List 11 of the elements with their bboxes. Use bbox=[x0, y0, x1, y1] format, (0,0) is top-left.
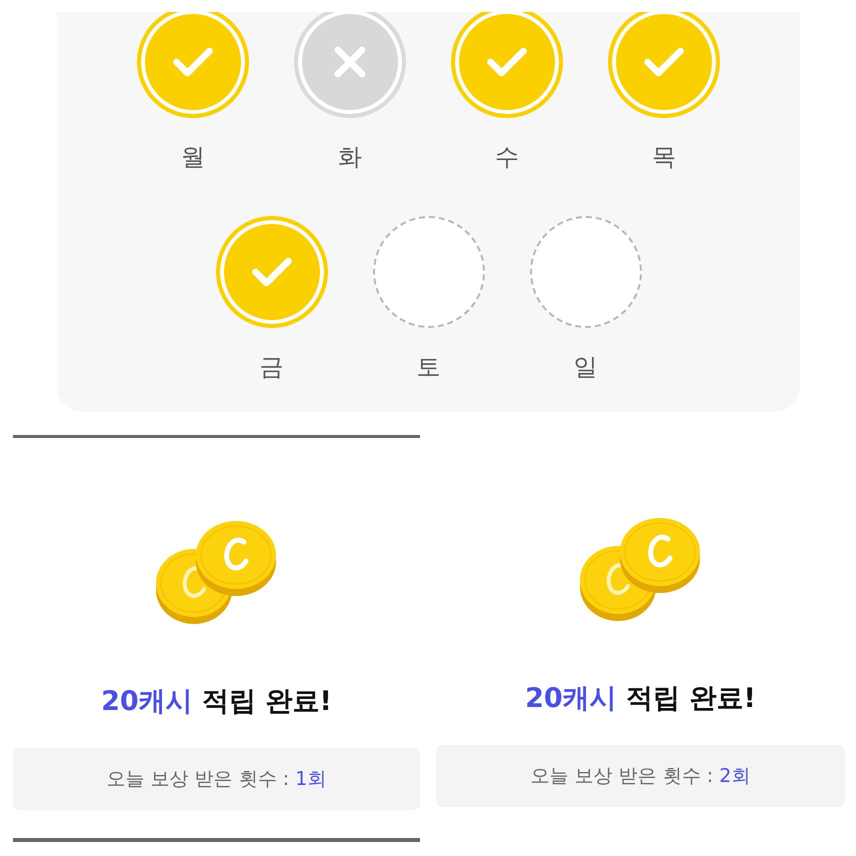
day-label: 화 bbox=[338, 142, 362, 172]
reward-count-text: 오늘 보상 받은 횟수 : 2회 bbox=[530, 764, 750, 789]
day-label: 일 bbox=[574, 352, 598, 382]
day-label: 월 bbox=[181, 142, 205, 172]
reward-count-text: 오늘 보상 받은 횟수 : 1회 bbox=[106, 767, 326, 792]
day-label: 목 bbox=[652, 142, 676, 172]
reward-title: 20캐시 적립 완료! bbox=[525, 682, 756, 716]
day-label: 금 bbox=[260, 352, 284, 382]
day-label: 수 bbox=[495, 142, 519, 172]
reward-title: 20캐시 적립 완료! bbox=[101, 685, 332, 719]
day-label: 토 bbox=[416, 352, 440, 382]
